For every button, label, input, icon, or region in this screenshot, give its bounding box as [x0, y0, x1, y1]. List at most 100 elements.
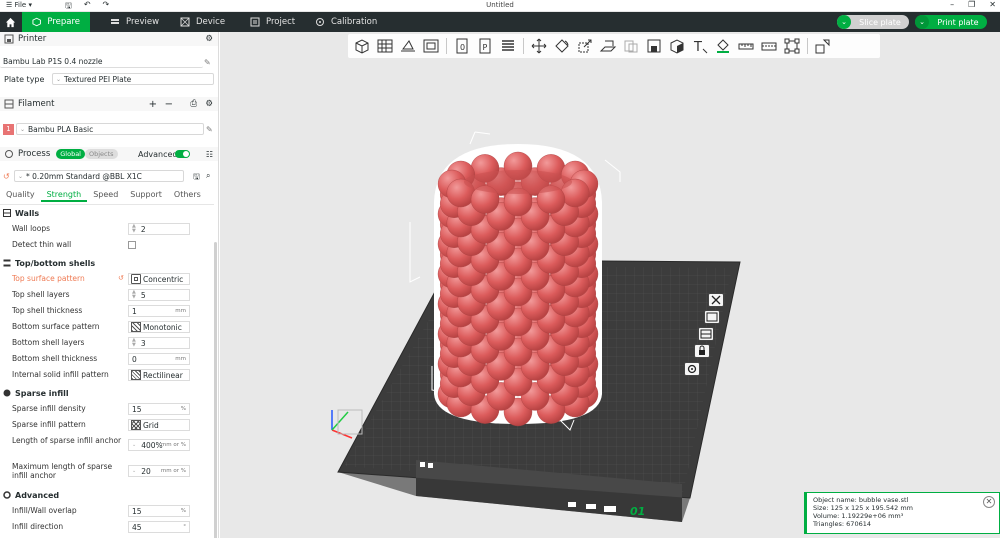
- parameter-list: Walls Wall loops ▲ ▼ 2 Detect thin wall To…: [0, 204, 214, 538]
- reset-icon[interactable]: ↺: [3, 172, 10, 181]
- plate-lock-button[interactable]: [694, 344, 710, 358]
- plate-arrange-button[interactable]: [704, 310, 720, 324]
- restore-icon[interactable]: ❐: [968, 0, 975, 9]
- add-filament-icon[interactable]: +: [149, 99, 157, 110]
- param-unit: mm: [175, 356, 186, 362]
- scene-canvas[interactable]: Textured PEI Plate 01: [220, 32, 1000, 538]
- param-detect-thin-wall: Detect thin wall: [0, 239, 214, 251]
- slice-plate-button[interactable]: ⌄ Slice plate: [837, 15, 909, 29]
- vase-model[interactable]: [434, 144, 602, 427]
- anchor-max-input[interactable]: ⌄ 20 mm or %: [128, 465, 190, 477]
- plate-orient-button[interactable]: [698, 327, 714, 341]
- advanced-switch[interactable]: [175, 150, 190, 158]
- tab-prepare[interactable]: Prepare: [22, 12, 90, 32]
- home-button[interactable]: [0, 12, 20, 32]
- global-toggle[interactable]: Global: [56, 149, 85, 159]
- printer-section-title: Printer: [18, 34, 47, 44]
- plate-settings-button[interactable]: [684, 362, 700, 376]
- tab-preview[interactable]: Preview: [100, 12, 169, 32]
- filament-name: Bambu PLA Basic: [28, 124, 94, 134]
- tab-quality[interactable]: Quality: [0, 188, 41, 202]
- wall-loops-input[interactable]: ▲ ▼ 2: [128, 223, 190, 235]
- print-dropdown-icon[interactable]: ⌄: [915, 15, 929, 29]
- param-anchor-max: Maximum length of sparse infill anchor ⌄…: [0, 461, 214, 483]
- filament-edit-icon[interactable]: ✎: [206, 125, 214, 134]
- sidebar-scrollbar[interactable]: [214, 242, 217, 538]
- param-unit: °: [183, 524, 186, 530]
- search-icon[interactable]: ⌕: [206, 171, 210, 181]
- print-plate-button[interactable]: ⌄ Print plate: [915, 15, 987, 29]
- tab-speed[interactable]: Speed: [87, 188, 124, 202]
- plate-close-button[interactable]: [708, 293, 724, 307]
- param-value: 0: [132, 354, 137, 364]
- tab-strength[interactable]: Strength: [40, 188, 88, 202]
- param-label: Sparse infill pattern: [12, 420, 86, 429]
- filament-settings-icon[interactable]: ⚙: [205, 99, 213, 109]
- object-triangles: Triangles: 670614: [813, 520, 871, 528]
- filament-slot-badge[interactable]: 1: [3, 124, 14, 135]
- top-surface-pattern-select[interactable]: Concentric: [128, 273, 190, 285]
- filament-icon: [4, 99, 14, 109]
- tab-others[interactable]: Others: [168, 188, 207, 202]
- tab-project[interactable]: Project: [240, 12, 305, 32]
- minimize-icon[interactable]: –: [950, 0, 954, 9]
- printer-settings-icon[interactable]: ⚙: [205, 34, 213, 44]
- printer-select[interactable]: Bambu Lab P1S 0.4 nozzle: [0, 56, 203, 68]
- tab-calibration[interactable]: Calibration: [305, 12, 387, 32]
- settings-sidebar: Printer ⚙ Bambu Lab P1S 0.4 nozzle ✎ Pla…: [0, 32, 219, 538]
- compare-icon[interactable]: ☷: [206, 150, 213, 159]
- filament-select[interactable]: ⌄ Bambu PLA Basic: [16, 123, 204, 135]
- window-title: Untitled: [486, 1, 514, 9]
- objects-toggle[interactable]: Objects: [85, 149, 118, 159]
- printer-edit-icon[interactable]: ✎: [204, 58, 212, 67]
- remove-filament-icon[interactable]: −: [165, 99, 173, 110]
- param-label: Maximum length of sparse infill anchor: [12, 462, 113, 480]
- infill-overlap-input[interactable]: 15%: [128, 505, 190, 517]
- anchor-length-input[interactable]: ⌄ 400% mm or %: [128, 439, 190, 451]
- param-value: 2: [140, 224, 146, 234]
- param-value: 400%: [141, 440, 163, 450]
- sparse-density-input[interactable]: 15%: [128, 403, 190, 415]
- close-icon[interactable]: ✕: [989, 0, 996, 9]
- param-infill-direction: Infill direction 45 °: [0, 521, 214, 533]
- detect-thin-wall-checkbox[interactable]: [128, 241, 136, 249]
- filament-sync-icon[interactable]: ⎙: [190, 99, 197, 109]
- param-label: Infill/Wall overlap: [12, 506, 77, 515]
- bottom-shell-layers-input[interactable]: ▲ ▼ 3: [128, 337, 190, 349]
- top-shell-layers-input[interactable]: ▲ ▼ 5: [128, 289, 190, 301]
- chevron-down-icon: ⌄: [56, 75, 62, 83]
- plate-number[interactable]: 01: [630, 505, 645, 518]
- grid-pattern-icon: [131, 420, 141, 430]
- plate-type-select[interactable]: ⌄ Textured PEI Plate: [52, 73, 214, 85]
- close-info-button[interactable]: ✕: [983, 496, 995, 508]
- process-preset-value: * 0.20mm Standard @BBL X1C: [26, 171, 142, 181]
- tab-support[interactable]: Support: [124, 188, 168, 202]
- slice-dropdown-icon[interactable]: ⌄: [837, 15, 851, 29]
- tab-project-label: Project: [266, 17, 296, 27]
- group-advanced-title: Advanced: [15, 490, 60, 500]
- title-bar: ☰ File ▾ 🖫 ↶ ↷ Untitled – ❐ ✕: [0, 0, 1000, 12]
- top-shell-thickness-input[interactable]: 1 mm: [128, 305, 190, 317]
- calibration-icon: [316, 18, 324, 26]
- param-label: Bottom shell thickness: [12, 354, 98, 363]
- process-preset-select[interactable]: ⌄ * 0.20mm Standard @BBL X1C: [14, 170, 184, 182]
- param-value: Monotonic: [143, 322, 182, 332]
- bottom-surface-pattern-select[interactable]: Monotonic: [128, 321, 190, 333]
- rectilinear-pattern-icon: [131, 370, 141, 380]
- param-unit: mm: [175, 308, 186, 314]
- internal-solid-pattern-select[interactable]: Rectilinear: [128, 369, 190, 381]
- print-plate-label: Print plate: [937, 17, 979, 27]
- chevron-down-icon: ⌄: [18, 172, 24, 180]
- tab-preview-label: Preview: [126, 17, 160, 27]
- save-preset-icon[interactable]: 🖫: [193, 171, 200, 185]
- reset-icon[interactable]: ↺: [118, 274, 124, 282]
- param-label: Top surface pattern: [12, 274, 85, 283]
- param-value: 3: [140, 338, 146, 348]
- param-bottom-shell-thickness: Bottom shell thickness 0 mm: [0, 353, 214, 365]
- bottom-shell-thickness-input[interactable]: 0 mm: [128, 353, 190, 365]
- sparse-pattern-select[interactable]: Grid: [128, 419, 190, 431]
- device-icon: [180, 17, 190, 27]
- 3d-viewport[interactable]: 0 P T 01 Object name: bubble vase.stl Si…: [220, 32, 1000, 538]
- tab-device[interactable]: Device: [170, 12, 235, 32]
- infill-direction-input[interactable]: 45 °: [128, 521, 190, 533]
